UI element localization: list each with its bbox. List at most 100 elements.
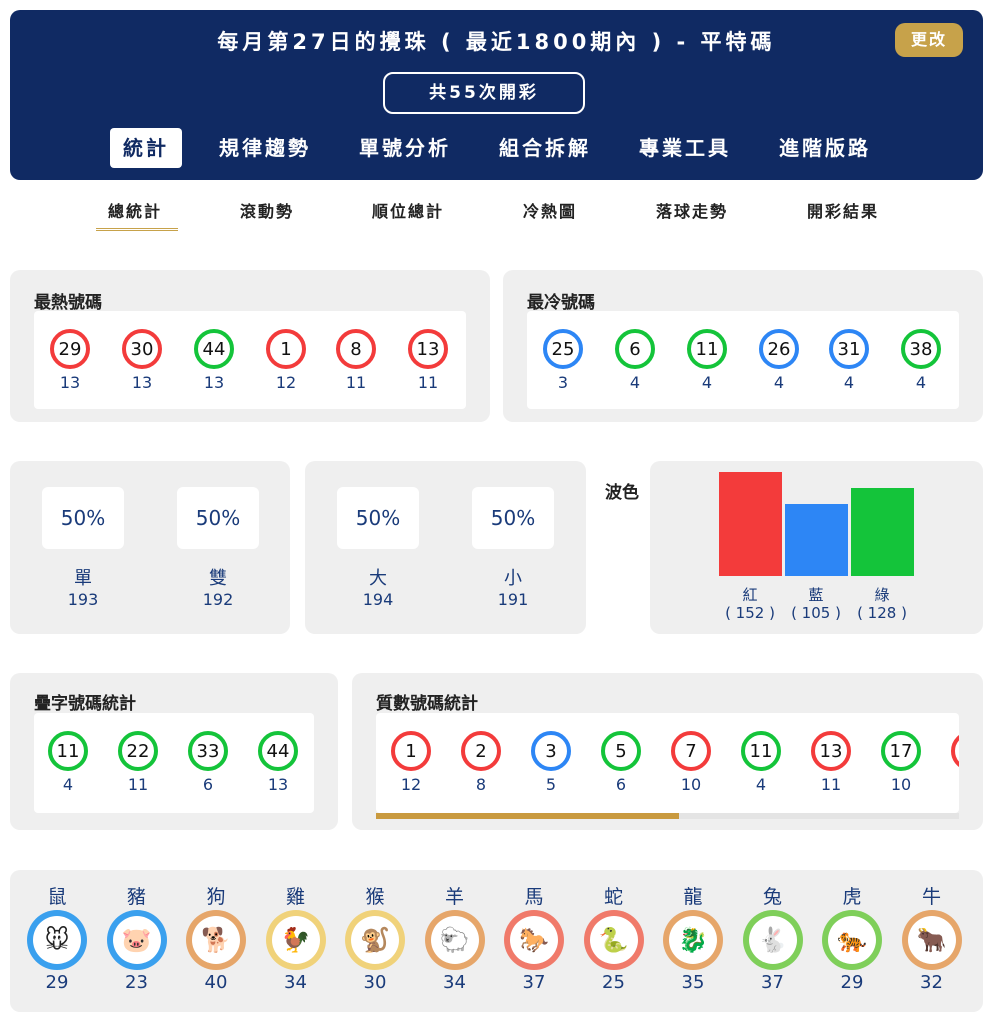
ball-count: 12 bbox=[275, 373, 297, 392]
ball-item[interactable]: 56 bbox=[591, 731, 651, 794]
ball-item[interactable]: 31 4 bbox=[819, 329, 879, 392]
zodiac-item[interactable]: 豬 🐷 23 bbox=[102, 882, 172, 993]
tab-advanced[interactable]: 進階版路 bbox=[770, 128, 880, 168]
zodiac-name: 雞 bbox=[285, 886, 305, 908]
goat-icon: 🐑 bbox=[424, 910, 485, 970]
bar-label-green: 綠 bbox=[874, 586, 890, 604]
zodiac-item[interactable]: 龍 🐉 35 bbox=[658, 882, 728, 993]
number-ball: 29 bbox=[50, 329, 90, 369]
ball-item[interactable]: 17 10 bbox=[871, 731, 931, 794]
number-ball: 13 bbox=[811, 731, 851, 771]
zodiac-name: 豬 bbox=[126, 886, 146, 908]
double-digit-panel: 疊字號碼統計 11 4 22 11 33 6 44 13 bbox=[10, 673, 338, 830]
subtab-overall[interactable]: 總統計 bbox=[108, 198, 162, 222]
zodiac-item[interactable]: 猴 🐒 30 bbox=[340, 882, 410, 993]
ball-item[interactable]: 29 13 bbox=[40, 329, 100, 392]
ball-item[interactable]: 7 10 bbox=[661, 731, 721, 794]
change-button[interactable]: 更改 bbox=[895, 23, 963, 57]
ball-item[interactable]: 1 12 bbox=[256, 329, 316, 392]
ball-count: 11 bbox=[417, 373, 439, 392]
number-ball: 26 bbox=[759, 329, 799, 369]
bar-count-green: ( 128 ) bbox=[857, 604, 907, 622]
ball-item[interactable]: 8 11 bbox=[326, 329, 386, 392]
zodiac-item[interactable]: 鼠 🐭 29 bbox=[22, 882, 92, 993]
ball-count: 13 bbox=[267, 775, 289, 794]
zodiac-count: 34 bbox=[284, 972, 307, 993]
subtab-rolling[interactable]: 滾動勢 bbox=[240, 198, 294, 222]
ball-count: 4 bbox=[629, 373, 641, 392]
zodiac-item[interactable]: 狗 🐕 40 bbox=[181, 882, 251, 993]
prime-number-panel: 質數號碼統計 1 12 28 35 56 7 10 11 4 13 11 17 10 bbox=[352, 673, 983, 830]
tab-statistics[interactable]: 統計 bbox=[110, 128, 182, 168]
zodiac-item[interactable]: 蛇 🐍 25 bbox=[579, 882, 649, 993]
prime-number-title: 質數號碼統計 bbox=[376, 694, 478, 714]
subtab-heatmap[interactable]: 冷熱圖 bbox=[523, 198, 577, 222]
ball-item[interactable]: 26 4 bbox=[749, 329, 809, 392]
ball-item[interactable]: 38 4 bbox=[891, 329, 951, 392]
subtab-position[interactable]: 順位總計 bbox=[372, 198, 444, 222]
total-draws-button[interactable]: 共55次開彩 bbox=[383, 72, 585, 114]
zodiac-name: 虎 bbox=[842, 886, 862, 908]
zodiac-name: 猴 bbox=[365, 886, 385, 908]
ball-item[interactable]: 22 11 bbox=[108, 731, 168, 794]
zodiac-count: 29 bbox=[840, 972, 864, 993]
ball-item[interactable]: 11 4 bbox=[677, 329, 737, 392]
odd-even-panel: 50% 50% 單 雙 193 192 bbox=[10, 461, 290, 634]
rooster-icon: 🐓 bbox=[265, 910, 326, 970]
zodiac-item[interactable]: 雞 🐓 34 bbox=[261, 882, 331, 993]
even-label: 雙 bbox=[209, 568, 227, 589]
ball-item[interactable]: 28 bbox=[451, 731, 511, 794]
number-ball: 44 bbox=[258, 731, 298, 771]
zodiac-item[interactable]: 羊 🐑 34 bbox=[420, 882, 490, 993]
subtab-ball-trend[interactable]: 落球走勢 bbox=[656, 198, 728, 222]
ball-item[interactable]: 64 bbox=[605, 329, 665, 392]
number-ball: 1 bbox=[391, 731, 431, 771]
pig-icon: 🐷 bbox=[106, 910, 167, 970]
subtab-results[interactable]: 開彩結果 bbox=[807, 198, 879, 222]
number-ball: 38 bbox=[901, 329, 941, 369]
bar-green bbox=[851, 488, 914, 576]
tab-patterns[interactable]: 規律趨勢 bbox=[210, 128, 320, 168]
tab-single-number[interactable]: 單號分析 bbox=[350, 128, 460, 168]
number-ball: 30 bbox=[122, 329, 162, 369]
header-bar: 每月第27日的攪珠 ( 最近1800期內 ) - 平特碼 更改 共55次開彩 統… bbox=[10, 10, 983, 180]
tab-combination[interactable]: 組合拆解 bbox=[490, 128, 600, 168]
prime-scrollbar-thumb[interactable] bbox=[376, 813, 680, 819]
ball-item[interactable]: 11 4 bbox=[38, 731, 98, 794]
zodiac-item[interactable]: 牛 🐂 32 bbox=[897, 882, 967, 993]
number-ball: 44 bbox=[194, 329, 234, 369]
double-digit-title: 疊字號碼統計 bbox=[34, 694, 136, 714]
ball-item[interactable]: 13 11 bbox=[398, 329, 458, 392]
zodiac-name: 鼠 bbox=[47, 886, 67, 908]
number-ball: 11 bbox=[48, 731, 88, 771]
zodiac-item[interactable]: 兔 🐇 37 bbox=[738, 882, 808, 993]
ball-item[interactable]: 1 12 bbox=[381, 731, 441, 794]
number-ball: 17 bbox=[881, 731, 921, 771]
number-ball: 11 bbox=[687, 329, 727, 369]
hot-numbers-title: 最熱號碼 bbox=[34, 293, 102, 313]
ball-item[interactable]: 35 bbox=[521, 731, 581, 794]
ball-item[interactable]: 30 13 bbox=[112, 329, 172, 392]
ball-item[interactable]: 33 6 bbox=[178, 731, 238, 794]
wave-color-chart: 紅 藍 綠 ( 152 ) ( 105 ) ( 128 ) bbox=[650, 461, 983, 634]
zodiac-item[interactable]: 虎 🐅 29 bbox=[817, 882, 887, 993]
ball-item[interactable]: 13 11 bbox=[801, 731, 861, 794]
zodiac-name: 馬 bbox=[524, 886, 544, 908]
number-ball: 1 bbox=[266, 329, 306, 369]
ball-item[interactable]: 11 4 bbox=[731, 731, 791, 794]
ball-item[interactable]: 44 13 bbox=[248, 731, 308, 794]
zodiac-item[interactable]: 馬 🐎 37 bbox=[499, 882, 569, 993]
ball-item-partial[interactable] bbox=[941, 731, 959, 771]
prime-number-list[interactable]: 1 12 28 35 56 7 10 11 4 13 11 17 10 bbox=[376, 713, 959, 813]
number-ball: 6 bbox=[615, 329, 655, 369]
cold-numbers-title: 最冷號碼 bbox=[527, 293, 595, 313]
zodiac-count: 29 bbox=[45, 972, 69, 993]
prime-scrollbar[interactable] bbox=[376, 813, 959, 819]
snake-icon: 🐍 bbox=[583, 910, 644, 970]
ball-item[interactable]: 25 3 bbox=[533, 329, 593, 392]
tab-tools[interactable]: 專業工具 bbox=[630, 128, 740, 168]
wave-color-title: 波色 bbox=[605, 483, 639, 503]
ball-item[interactable]: 44 13 bbox=[184, 329, 244, 392]
odd-percent: 50% bbox=[42, 487, 124, 549]
page-title: 每月第27日的攪珠 ( 最近1800期內 ) - 平特碼 bbox=[217, 30, 776, 54]
